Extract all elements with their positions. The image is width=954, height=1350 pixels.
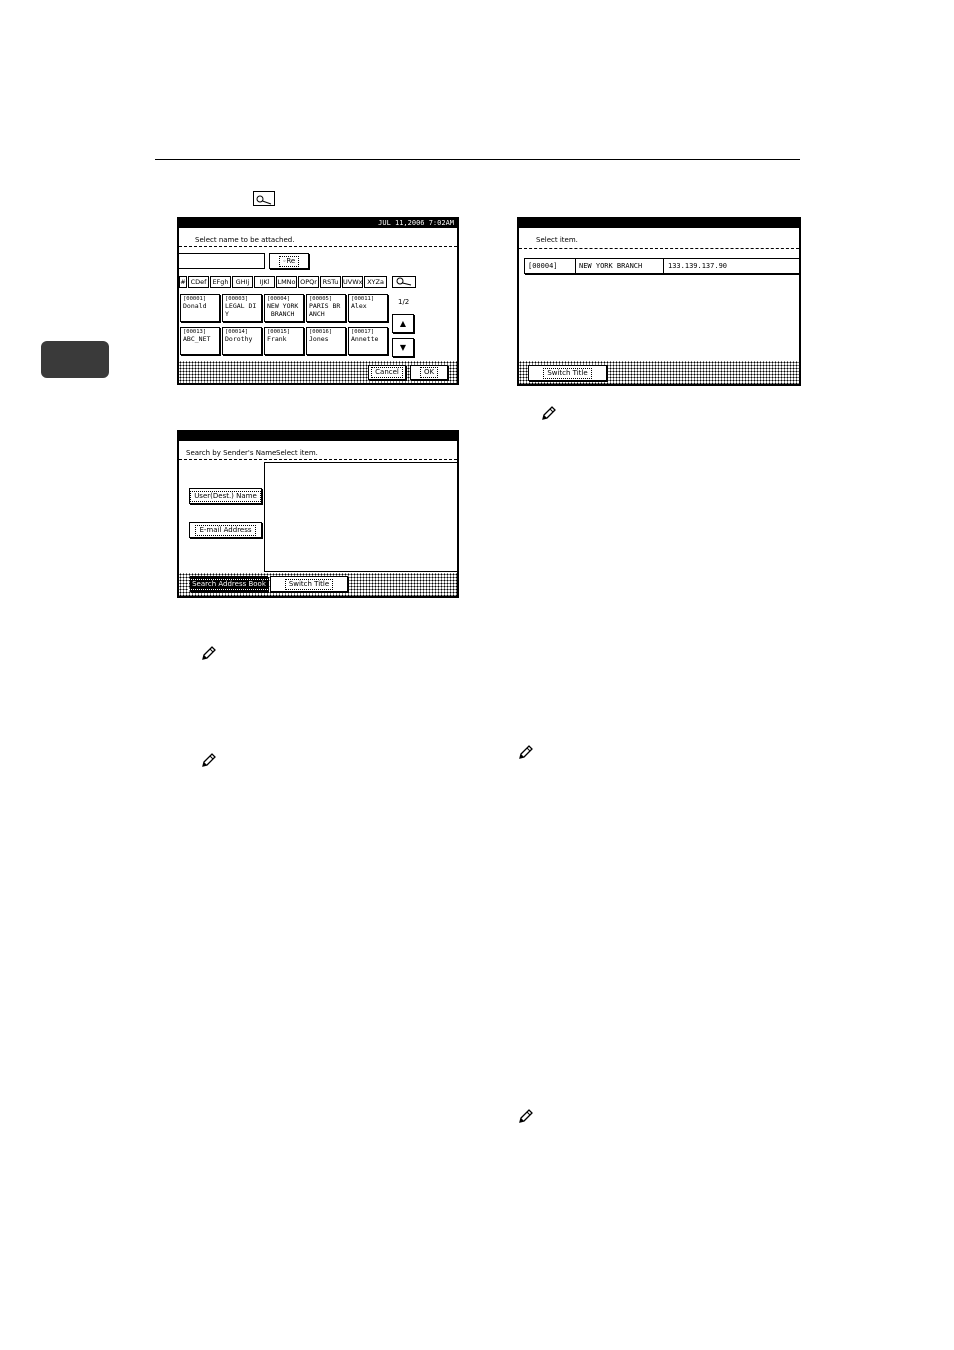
tab-3[interactable]: GHIj — [232, 276, 253, 288]
tab-2[interactable]: EFgh — [210, 276, 231, 288]
tab-1[interactable]: CDef — [188, 276, 209, 288]
name-input[interactable] — [179, 253, 265, 269]
page-up-button[interactable]: ▲ — [392, 314, 414, 333]
search-tab[interactable] — [392, 276, 416, 288]
tab-6[interactable]: OPQr — [298, 276, 319, 288]
search-key-icon — [253, 191, 275, 206]
cancel-button[interactable]: Cancel — [368, 365, 406, 380]
index-tabs: # CDef EFgh GHIj IJKl LMNo OPQr RSTu UVW… — [179, 276, 419, 288]
tab-7[interactable]: RSTu — [320, 276, 341, 288]
screenshot-search-sender: Search by Sender's Name Select item. Use… — [177, 430, 459, 598]
status-bar: JUL 11,2006 7:02AM — [179, 219, 457, 228]
header-left: Search by Sender's Name — [186, 449, 277, 457]
email-address-button[interactable]: E-mail Address — [189, 522, 262, 538]
prompt-text: Select name to be attached. — [195, 236, 295, 244]
tab-5[interactable]: LMNo — [276, 276, 297, 288]
entry-cell[interactable]: [00004] NEW YORK BRANCH — [264, 294, 304, 322]
tab-8[interactable]: UVWx — [342, 276, 363, 288]
result-row[interactable]: [00004] NEW YORK BRANCH 133.139.137.90 — [524, 258, 799, 274]
tab-0[interactable]: # — [179, 276, 187, 288]
entry-cell[interactable]: [00001] Donald — [180, 294, 220, 322]
note-pencil-icon — [519, 745, 533, 759]
results-panel — [264, 462, 457, 572]
header-rule — [155, 159, 800, 160]
switch-title-button[interactable]: Switch Title — [270, 576, 348, 592]
screenshot-select-name: JUL 11,2006 7:02AM Select name to be att… — [177, 217, 459, 385]
header-text: Select item. — [536, 236, 578, 244]
page-down-button[interactable]: ▼ — [392, 338, 414, 357]
entry-cell[interactable]: [00003] LEGAL DI Y — [222, 294, 262, 322]
page-indicator: 1/2 — [398, 298, 410, 306]
user-name-button[interactable]: User(Dest.) Name — [189, 488, 262, 504]
header-right: Select item. — [276, 449, 318, 457]
note-pencil-icon — [542, 406, 556, 420]
switch-title-button[interactable]: Switch Title — [528, 365, 607, 381]
search-address-book-button[interactable]: Search Address Book — [188, 576, 270, 592]
entry-cell[interactable]: [00014] Dorothy — [222, 327, 262, 355]
entry-cell[interactable]: [00011] Alex — [348, 294, 388, 322]
chapter-tab — [41, 341, 109, 378]
entry-cell[interactable]: [00013] ABC_NET — [180, 327, 220, 355]
search-button[interactable]: ◦Re — [269, 253, 309, 269]
entry-cell[interactable]: [00017] Annette — [348, 327, 388, 355]
tab-4[interactable]: IJKl — [254, 276, 275, 288]
note-pencil-icon — [519, 1109, 533, 1123]
screenshot-select-item: Select item. [00004] NEW YORK BRANCH 133… — [517, 217, 801, 386]
entry-cell[interactable]: [00015] Frank — [264, 327, 304, 355]
tab-9[interactable]: XYZa — [364, 276, 387, 288]
note-pencil-icon — [202, 646, 216, 660]
entry-cell[interactable]: [00005] PARIS BR ANCH — [306, 294, 346, 322]
entry-cell[interactable]: [00016] Jones — [306, 327, 346, 355]
note-pencil-icon — [202, 753, 216, 767]
ok-button[interactable]: OK — [410, 365, 448, 380]
